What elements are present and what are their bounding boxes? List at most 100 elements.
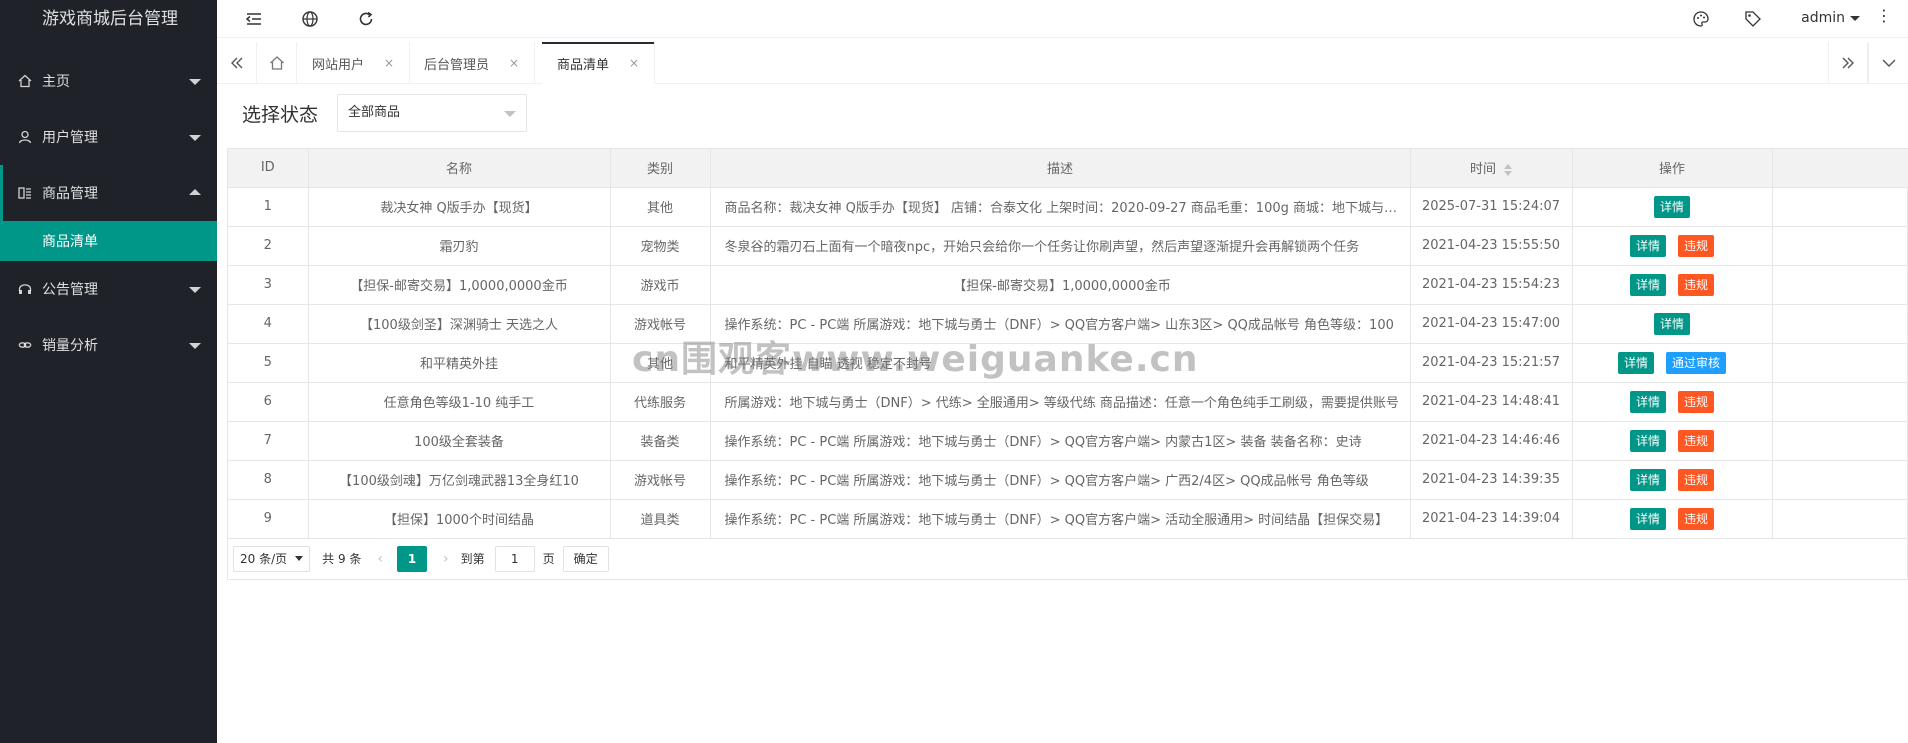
column-header-category: 类别: [610, 149, 711, 188]
detail-button[interactable]: 详情: [1629, 429, 1666, 452]
page-size-value: 20 条/页: [240, 552, 288, 566]
headset-icon: [18, 284, 32, 294]
chevron-down-icon: [189, 343, 201, 349]
cell-description: 和平精英外挂 自瞄 透视 稳定不封号: [710, 343, 1411, 383]
sidebar-item-goods[interactable]: 商品管理: [0, 165, 217, 221]
close-icon[interactable]: ×: [629, 56, 639, 70]
refresh-icon[interactable]: [357, 10, 375, 28]
detail-button[interactable]: 详情: [1629, 273, 1666, 296]
next-page-button[interactable]: ›: [443, 551, 449, 567]
cell-name: 和平精英外挂: [308, 343, 611, 383]
column-header-label: 时间: [1469, 162, 1496, 178]
chevron-down-icon: [295, 556, 304, 561]
table-filler: [1772, 382, 1908, 422]
double-chevron-left-icon: [230, 57, 242, 69]
sidebar-item-announcements[interactable]: 公告管理: [0, 261, 217, 317]
prev-page-button[interactable]: ‹: [377, 551, 383, 567]
tab-admins[interactable]: 后台管理员 ×: [409, 42, 536, 84]
violation-button[interactable]: 违规: [1678, 273, 1715, 296]
cell-name: 【100级剑圣】深渊骑士 天选之人: [308, 304, 611, 344]
cell-actions: 详情 违规: [1572, 499, 1773, 539]
sidebar-item-sales-analysis[interactable]: 销量分析: [0, 317, 217, 373]
tabs-scroll-right-button[interactable]: [1828, 42, 1868, 84]
page-size-select[interactable]: 20 条/页: [233, 545, 311, 572]
current-page[interactable]: 1: [397, 545, 428, 572]
goto-page-input[interactable]: 1: [494, 545, 535, 572]
cell-description: 操作系统：PC - PC端 所属游戏：地下城与勇士（DNF）> QQ官方客户端>…: [710, 460, 1411, 500]
cell-time: 2021-04-23 15:47:00: [1410, 304, 1573, 344]
chevron-down-icon: [504, 111, 516, 117]
cell-id: 4: [228, 304, 309, 344]
home-icon: [18, 74, 32, 88]
palette-icon[interactable]: [1692, 10, 1710, 28]
cell-category: 宠物类: [610, 226, 711, 266]
filter-label: 选择状态: [242, 104, 319, 126]
cell-name: 【担保-邮寄交易】1,0000,0000金币: [308, 265, 611, 305]
cell-category: 道具类: [610, 499, 711, 539]
table-filler: [1772, 265, 1908, 305]
detail-button[interactable]: 详情: [1617, 351, 1654, 374]
tab-label: 商品清单: [557, 57, 610, 73]
cell-category: 装备类: [610, 421, 711, 461]
violation-button[interactable]: 违规: [1678, 234, 1715, 257]
top-header: admin ⋮: [217, 0, 1908, 38]
user-menu[interactable]: admin: [1801, 10, 1860, 26]
detail-button[interactable]: 详情: [1629, 390, 1666, 413]
app-logo-title: 游戏商城后台管理: [42, 9, 178, 29]
tab-site-users[interactable]: 网站用户 ×: [297, 42, 411, 84]
tag-icon[interactable]: [1744, 10, 1762, 28]
cell-actions: 详情 违规: [1572, 460, 1773, 500]
page-tabs: 网站用户 × 后台管理员 × 商品清单 ×: [217, 42, 1908, 84]
cell-time: 2021-04-23 15:55:50: [1410, 226, 1573, 266]
table-row: 2 霜刃豹 宠物类 冬泉谷的霜刃石上面有一个暗夜npc，开始只会给你一个任务让你刷声望…: [228, 226, 1908, 266]
cell-actions: 详情 违规: [1572, 265, 1773, 305]
table-row: 7 100级全套装备 装备类 操作系统：PC - PC端 所属游戏：地下城与勇士（DN…: [228, 421, 1908, 461]
violation-button[interactable]: 违规: [1678, 429, 1715, 452]
table-row: 4 【100级剑圣】深渊骑士 天选之人 游戏帐号 操作系统：PC - PC端 所属游戏…: [228, 304, 1908, 344]
sidebar-item-home[interactable]: 主页: [0, 53, 217, 109]
detail-button[interactable]: 详情: [1629, 234, 1666, 257]
goto-confirm-button[interactable]: 确定: [562, 545, 609, 572]
cell-category: 代练服务: [610, 382, 711, 422]
total-count: 共 9 条: [322, 552, 362, 566]
tabs-menu-button[interactable]: [1868, 42, 1908, 84]
cell-time: 2021-04-23 15:54:23: [1410, 265, 1573, 305]
tabs-scroll-left-button[interactable]: [217, 42, 257, 84]
globe-icon[interactable]: [301, 10, 319, 28]
close-icon[interactable]: ×: [509, 56, 519, 70]
cell-description: 所属游戏：地下城与勇士（DNF）> 代练> 全服通用> 等级代练 商品描述：任意…: [710, 382, 1411, 422]
cell-actions: 详情: [1572, 187, 1773, 227]
more-vertical-icon[interactable]: ⋮: [1876, 8, 1892, 24]
tab-home[interactable]: [257, 42, 297, 84]
approve-button[interactable]: 通过审核: [1666, 351, 1727, 374]
close-icon[interactable]: ×: [384, 56, 394, 70]
chevron-down-icon: [1850, 15, 1860, 21]
cell-description: 操作系统：PC - PC端 所属游戏：地下城与勇士（DNF）> QQ官方客户端>…: [710, 304, 1411, 344]
table-filler: [1772, 460, 1908, 500]
detail-button[interactable]: 详情: [1653, 312, 1690, 335]
sidebar-subitem-goods-list[interactable]: 商品清单: [0, 221, 217, 261]
column-header-actions: 操作: [1572, 149, 1773, 188]
cell-actions: 详情 违规: [1572, 382, 1773, 422]
cell-description: 操作系统：PC - PC端 所属游戏：地下城与勇士（DNF）> QQ官方客户端>…: [710, 499, 1411, 539]
sort-icon[interactable]: [1504, 163, 1512, 176]
column-header-name: 名称: [308, 149, 611, 188]
menu-fold-icon[interactable]: [245, 10, 263, 28]
violation-button[interactable]: 违规: [1678, 390, 1715, 413]
detail-button[interactable]: 详情: [1629, 468, 1666, 491]
cell-actions: 详情: [1572, 304, 1773, 344]
sidebar-item-label: 用户管理: [42, 130, 98, 146]
violation-button[interactable]: 违规: [1678, 468, 1715, 491]
link-icon: [18, 342, 32, 348]
violation-button[interactable]: 违规: [1678, 507, 1715, 530]
column-header-time[interactable]: 时间: [1410, 149, 1573, 188]
table-header-row: ID 名称 类别 描述 时间 操作: [228, 149, 1908, 188]
detail-button[interactable]: 详情: [1653, 195, 1690, 218]
cell-actions: 详情 违规: [1572, 226, 1773, 266]
table-filler: [1772, 343, 1908, 383]
tab-goods-list[interactable]: 商品清单 ×: [542, 42, 656, 84]
status-select[interactable]: 全部商品: [337, 94, 527, 132]
detail-button[interactable]: 详情: [1629, 507, 1666, 530]
sidebar-item-users[interactable]: 用户管理: [0, 109, 217, 165]
table-filler: [1772, 499, 1908, 539]
